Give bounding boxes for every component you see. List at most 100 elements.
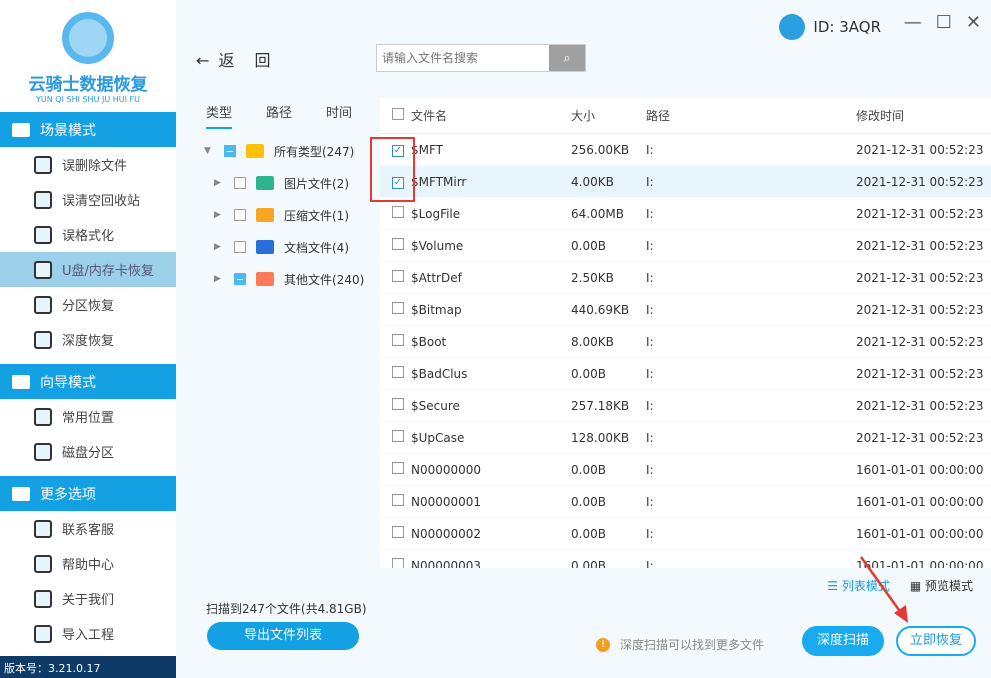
sidebar-item[interactable]: U盘/内存卡恢复 [0,252,176,287]
row-checkbox[interactable] [392,558,404,568]
tab-time[interactable]: 时间 [326,102,352,129]
row-checkbox[interactable] [392,206,404,218]
search-icon[interactable]: ⌕ [549,45,585,71]
preview-mode-button[interactable]: ▦ 预览模式 [910,577,973,594]
sidebar: 云骑士数据恢复 YUN QI SHI SHU JU HUI FU 场景模式 误删除… [0,0,176,678]
table-row[interactable]: N00000001 0.00B I: 1601-01-01 00:00:00 [380,486,991,518]
cell: $Secure [411,398,460,413]
cell: 2021-12-31 00:52:23 [856,398,984,413]
table-row[interactable]: $Boot 8.00KB I: 2021-12-31 00:52:23 [380,326,991,358]
sidebar-item-label: 帮助中心 [62,558,115,573]
row-checkbox[interactable] [392,366,404,378]
user-id: ID: 3AQR [779,14,881,40]
preview-mode-label: 预览模式 [924,579,973,593]
column-header[interactable]: 文件名 [411,107,571,124]
column-header[interactable]: 路径 [646,107,856,124]
cell: $Bitmap [411,302,462,317]
cell: $UpCase [411,430,465,445]
tree-node[interactable]: ▶ 其他文件(240) [204,263,364,295]
caret-right-icon[interactable]: ▶ [214,242,224,252]
row-checkbox[interactable] [392,302,404,314]
row-checkbox[interactable] [392,238,404,250]
maximize-icon[interactable]: ☐ [936,12,952,33]
tree-node[interactable]: ▶ 压缩文件(1) [204,199,364,231]
table-row[interactable]: $Secure 257.18KB I: 2021-12-31 00:52:23 [380,390,991,422]
cell: 2021-12-31 00:52:23 [856,270,984,285]
sidebar-item[interactable]: 帮助中心 [0,546,176,581]
table-row[interactable]: $Bitmap 440.69KB I: 2021-12-31 00:52:23 [380,294,991,326]
logo-icon [62,12,114,64]
file-type-icon [256,240,274,254]
table-row[interactable]: ✓ $MFT 256.00KB I: 2021-12-31 00:52:23 [380,134,991,166]
recover-now-button[interactable]: 立即恢复 [896,626,976,656]
tree-checkbox[interactable] [234,241,246,253]
cell: $MFTMirr [411,174,467,189]
table-row[interactable]: $BadClus 0.00B I: 2021-12-31 00:52:23 [380,358,991,390]
sidebar-item[interactable]: 联系客服 [0,511,176,546]
deep-scan-button[interactable]: 深度扫描 [802,626,884,656]
cell: 2021-12-31 00:52:23 [856,142,984,157]
cell: I: [646,174,654,189]
row-checkbox[interactable] [392,494,404,506]
back-button[interactable]: ← 返 回 [196,47,273,71]
tree-label: 其他文件(240) [284,272,365,287]
sidebar-item[interactable]: 误删除文件 [0,147,176,182]
tree-checkbox[interactable] [234,177,246,189]
cell: 2.50KB [571,270,614,285]
tree-checkbox[interactable] [234,209,246,221]
tab-type[interactable]: 类型 [206,102,233,129]
search-input[interactable] [377,45,549,71]
caret-right-icon[interactable]: ▶ [214,210,224,220]
select-all-checkbox[interactable] [392,108,404,120]
sidebar-item[interactable]: 误格式化 [0,217,176,252]
cell: 0.00B [571,366,606,381]
sidebar-item-label: 误删除文件 [62,159,128,174]
table-row[interactable]: $Volume 0.00B I: 2021-12-31 00:52:23 [380,230,991,262]
sidebar-item[interactable]: 分区恢复 [0,287,176,322]
tab-path[interactable]: 路径 [266,102,292,129]
cell: 440.69KB [571,302,630,317]
table-row[interactable]: $AttrDef 2.50KB I: 2021-12-31 00:52:23 [380,262,991,294]
tree-node[interactable]: ▶ 图片文件(2) [204,167,364,199]
row-checkbox[interactable] [392,430,404,442]
caret-right-icon[interactable]: ▶ [214,178,224,188]
cell: I: [646,206,654,221]
table-row[interactable]: ✓ $MFTMirr 4.00KB I: 2021-12-31 00:52:23 [380,166,991,198]
scan-summary: 扫描到247个文件(共4.81GB) [206,602,367,616]
caret-down-icon[interactable]: ▼ [204,146,214,156]
cell: N00000003 [411,558,482,569]
table-row[interactable]: N00000002 0.00B I: 1601-01-01 00:00:00 [380,518,991,550]
minimize-icon[interactable]: — [904,12,922,33]
tree-node[interactable]: ▼ 所有类型(247) [204,135,364,167]
table-row[interactable]: N00000000 0.00B I: 1601-01-01 00:00:00 [380,454,991,486]
sidebar-item-label: 误格式化 [62,229,115,244]
section-icon [12,374,30,389]
sidebar-item[interactable]: 误清空回收站 [0,182,176,217]
row-checkbox[interactable] [392,462,404,474]
export-list-button[interactable]: 导出文件列表 [207,622,359,650]
cell: $LogFile [411,206,461,221]
table-row[interactable]: $UpCase 128.00KB I: 2021-12-31 00:52:23 [380,422,991,454]
cell: I: [646,302,654,317]
table-row[interactable]: $LogFile 64.00MB I: 2021-12-31 00:52:23 [380,198,991,230]
row-checkbox[interactable] [392,526,404,538]
sidebar-item[interactable]: 关于我们 [0,581,176,616]
sidebar-item[interactable]: 磁盘分区 [0,434,176,469]
close-icon[interactable]: ✕ [966,12,981,33]
row-checkbox[interactable] [392,270,404,282]
section-title: 场景模式 [40,122,96,139]
column-header[interactable]: 修改时间 [856,107,991,124]
tree-checkbox[interactable] [224,145,236,157]
sidebar-item[interactable]: 深度恢复 [0,322,176,357]
column-header[interactable]: 大小 [571,107,646,124]
tree-node[interactable]: ▶ 文档文件(4) [204,231,364,263]
row-checkbox[interactable] [392,398,404,410]
cell: 1601-01-01 00:00:00 [856,494,984,509]
cell: I: [646,430,654,445]
row-checkbox[interactable] [392,334,404,346]
sidebar-item[interactable]: 导入工程 [0,616,176,651]
window-controls: — ☐ ✕ [904,12,981,33]
caret-right-icon[interactable]: ▶ [214,274,224,284]
tree-checkbox[interactable] [234,273,246,285]
sidebar-item[interactable]: 常用位置 [0,399,176,434]
